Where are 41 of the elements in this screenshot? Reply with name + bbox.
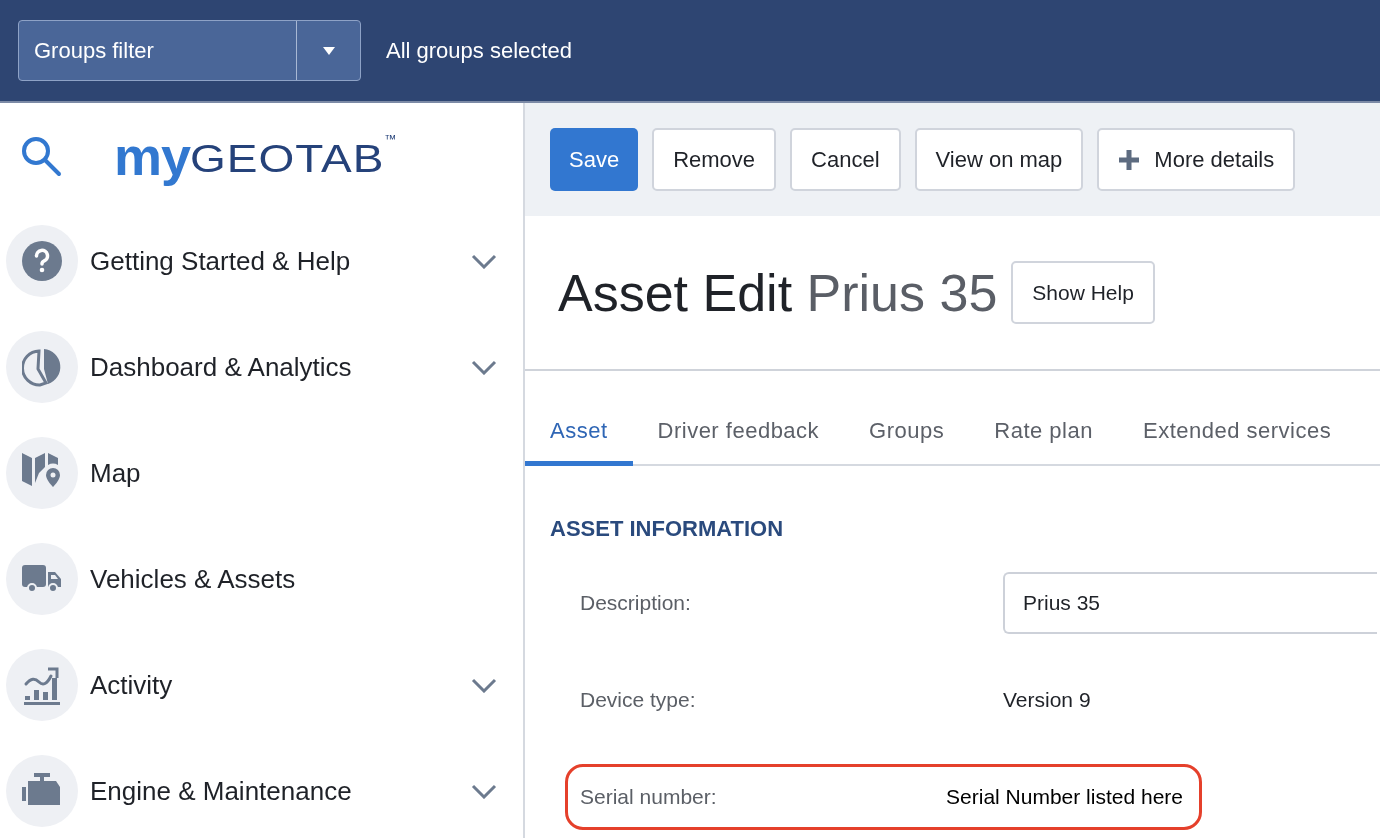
truck-icon — [22, 565, 62, 593]
chevron-down-icon[interactable] — [471, 677, 497, 693]
toolbar-button[interactable]: More details — [1097, 128, 1296, 191]
toolbar-button[interactable]: View on map — [914, 128, 1084, 191]
sidebar-item[interactable]: Activity — [0, 632, 523, 738]
field-value: Serial Number listed here — [946, 785, 1184, 809]
logo-name: GEOTAB — [190, 137, 385, 178]
caret-icon — [322, 46, 335, 55]
help-icon — [22, 241, 62, 281]
field-label: Description: — [580, 591, 692, 615]
toolbar-button[interactable]: Cancel — [790, 128, 901, 191]
description-field[interactable]: Prius 35 — [1003, 572, 1377, 634]
tab[interactable]: Rate plan — [969, 371, 1118, 466]
field-value: Version 9 — [1003, 688, 1091, 712]
sidebar-item[interactable]: Dashboard & Analytics — [0, 314, 523, 420]
toolbar-button[interactable]: Remove — [652, 128, 777, 191]
groups-filter-label: Groups filter — [33, 36, 155, 65]
toolbar-button[interactable]: Save — [550, 128, 639, 191]
sidebar-item[interactable]: Getting Started & Help — [0, 208, 523, 314]
search-icon[interactable] — [20, 134, 62, 177]
tab[interactable]: Asset — [525, 371, 633, 466]
field-label: Serial number: — [580, 785, 717, 809]
pie-chart-icon — [22, 347, 62, 387]
sidebar-item[interactable]: Map — [0, 420, 523, 526]
trademark-mark: ™ — [384, 132, 397, 145]
sidebar-item[interactable]: Engine & Maintenance — [0, 738, 523, 838]
show-help-button[interactable]: Show Help — [1011, 261, 1155, 324]
groups-status-text: All groups selected — [386, 37, 572, 64]
chevron-down-icon[interactable] — [471, 359, 497, 375]
groups-filter-dropdown[interactable]: Groups filter — [18, 20, 361, 81]
tab[interactable]: Groups — [844, 371, 970, 466]
field-label: Device type: — [580, 688, 697, 712]
chevron-down-icon[interactable] — [471, 253, 497, 269]
sidebar-item[interactable]: Vehicles & Assets — [0, 526, 523, 632]
tab[interactable]: Extended services — [1117, 371, 1357, 466]
plus-icon — [1118, 148, 1141, 171]
bar-chart-icon — [22, 665, 62, 705]
section-heading: ASSET INFORMATION — [550, 516, 785, 542]
tab[interactable]: Driver feedback — [632, 371, 845, 466]
page-title: Asset Edit Prius 35 — [558, 262, 998, 323]
chevron-down-icon[interactable] — [471, 783, 497, 799]
